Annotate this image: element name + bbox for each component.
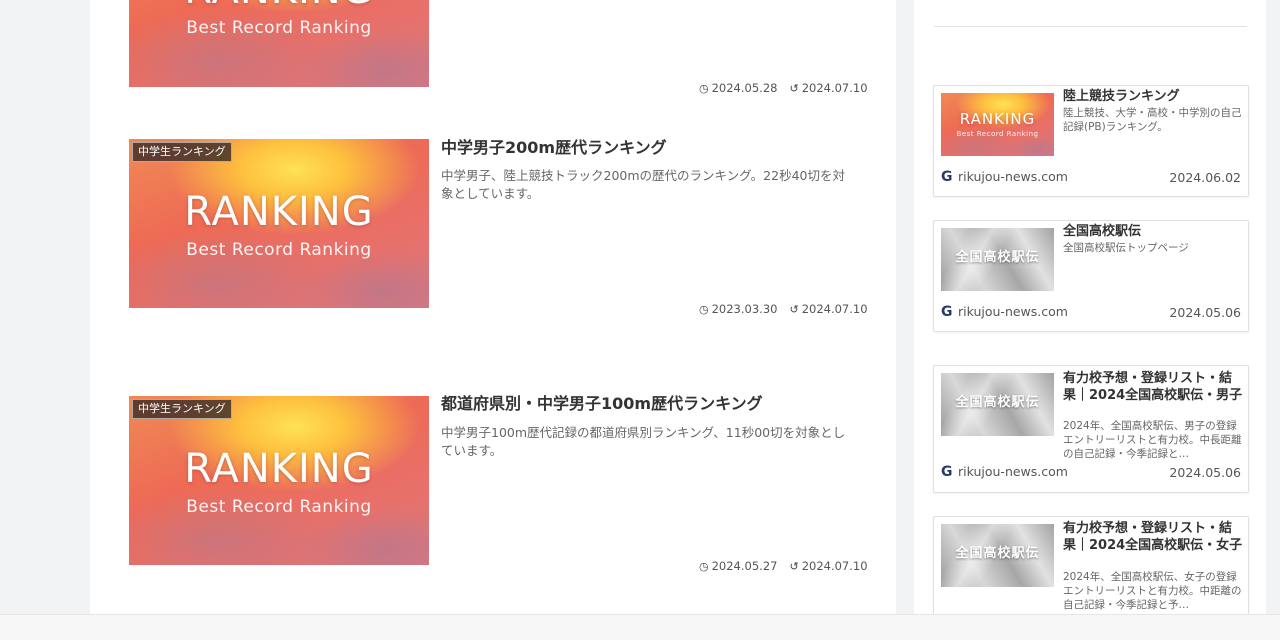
thumbnail-title: RANKING (959, 110, 1036, 128)
thumbnail-title: 全国高校駅伝 (955, 546, 1040, 561)
article-thumbnail[interactable]: RANKING Best Record Ranking 中学生ランキング (129, 396, 429, 565)
thumbnail-title: RANKING (184, 446, 374, 492)
published-date: 2024.05.28 (711, 81, 778, 95)
updated-date: 2024.07.10 (801, 302, 868, 316)
article-description: 中学男子100m歴代記録の都道府県別ランキング、11秒00切を対象としています。 (441, 425, 846, 458)
blog-card-description: 2024年、全国高校駅伝、女子の登録エントリーリストと有力校。中距離の自己記録・… (1063, 571, 1242, 611)
site-name: rikujou-news.com (958, 304, 1068, 319)
thumbnail-title: 全国高校駅伝 (955, 395, 1040, 410)
thumbnail-subtitle: Best Record Ranking (186, 18, 372, 38)
article-thumbnail[interactable]: RANKING Best Record Ranking 中学生ランキング (129, 139, 429, 308)
divider (934, 26, 1247, 27)
site-name: rikujou-news.com (958, 169, 1068, 184)
published-date: 2023.03.30 (711, 302, 778, 316)
blog-card-thumbnail: 全国高校駅伝 (941, 373, 1054, 436)
article-description: 中学男子、陸上競技トラック200mの歴代のランキング。22秒40切を対象としてい… (441, 168, 845, 201)
site-logo-icon: G (941, 463, 953, 480)
history-icon: ↺ (789, 302, 799, 316)
thumbnail-title: RANKING (129, 0, 429, 13)
blog-card-title: 全国高校駅伝 (1063, 224, 1142, 239)
clock-icon: ◷ (699, 559, 709, 573)
updated-date: 2024.07.10 (801, 81, 868, 95)
blog-card-thumbnail: 全国高校駅伝 (941, 524, 1054, 587)
updated-date: 2024.07.10 (801, 559, 868, 573)
blog-card[interactable]: 全国高校駅伝 有力校予想・登録リスト・結果｜2024全国高校駅伝・女子 2024… (933, 516, 1249, 615)
blog-card-thumbnail: RANKING Best Record Ranking (941, 93, 1054, 156)
article-title[interactable]: 中学男子200m歴代ランキング (441, 137, 667, 159)
thumbnail-title: 全国高校駅伝 (955, 250, 1040, 265)
blog-card[interactable]: 全国高校駅伝 有力校予想・登録リスト・結果｜2024全国高校駅伝・男子 2024… (933, 365, 1249, 493)
blog-card-date: 2024.05.06 (1169, 465, 1241, 480)
blog-card-site: G rikujou-news.com (941, 169, 1068, 184)
article-dates: ◷ 2024.05.28 ↺ 2024.07.10 (699, 81, 868, 95)
blog-card-title: 陸上競技ランキング (1063, 89, 1180, 104)
article-dates: ◷ 2024.05.27 ↺ 2024.07.10 (699, 559, 868, 573)
footer-bar (0, 614, 1280, 640)
blog-card-title: 有力校予想・登録リスト・結果｜2024全国高校駅伝・男子 (1063, 371, 1243, 403)
blog-card[interactable]: RANKING Best Record Ranking 陸上競技ランキング 陸上… (933, 85, 1249, 197)
history-icon: ↺ (789, 81, 799, 95)
article-title[interactable]: 都道府県別・中学男子100m歴代ランキング (441, 393, 763, 415)
thumbnail-title: RANKING (184, 189, 374, 235)
thumbnail-subtitle: Best Record Ranking (186, 497, 372, 517)
blog-card[interactable]: 全国高校駅伝 全国高校駅伝 全国高校駅伝トップページ G rikujou-new… (933, 220, 1249, 332)
clock-icon: ◷ (699, 302, 709, 316)
site-logo-icon: G (941, 303, 953, 320)
blog-card-date: 2024.06.02 (1169, 170, 1241, 185)
site-logo-icon: G (941, 168, 953, 185)
blog-card-date: 2024.05.06 (1169, 305, 1241, 320)
published-date: 2024.05.27 (711, 559, 778, 573)
article-thumbnail[interactable]: RANKING Best Record Ranking (129, 0, 429, 87)
blog-card-title: 有力校予想・登録リスト・結果｜2024全国高校駅伝・女子 (1063, 521, 1243, 553)
blog-card-site: G rikujou-news.com (941, 304, 1068, 319)
history-icon: ↺ (789, 559, 799, 573)
blog-card-site: G rikujou-news.com (941, 464, 1068, 479)
blog-card-thumbnail: 全国高校駅伝 (941, 228, 1054, 291)
category-label[interactable]: 中学生ランキング (132, 142, 232, 162)
thumbnail-subtitle: Best Record Ranking (956, 130, 1039, 138)
category-label[interactable]: 中学生ランキング (132, 399, 232, 419)
blog-card-description: 陸上競技、大学・高校・中学別の自己記録(PB)ランキング。 (1063, 107, 1242, 133)
site-name: rikujou-news.com (958, 464, 1068, 479)
blog-card-description: 全国高校駅伝トップページ (1063, 242, 1189, 254)
article-dates: ◷ 2023.03.30 ↺ 2024.07.10 (699, 302, 868, 316)
clock-icon: ◷ (699, 81, 709, 95)
blog-card-description: 2024年、全国高校駅伝、男子の登録エントリーリストと有力校。中長距離の自己記録… (1063, 420, 1242, 460)
thumbnail-subtitle: Best Record Ranking (186, 240, 372, 260)
